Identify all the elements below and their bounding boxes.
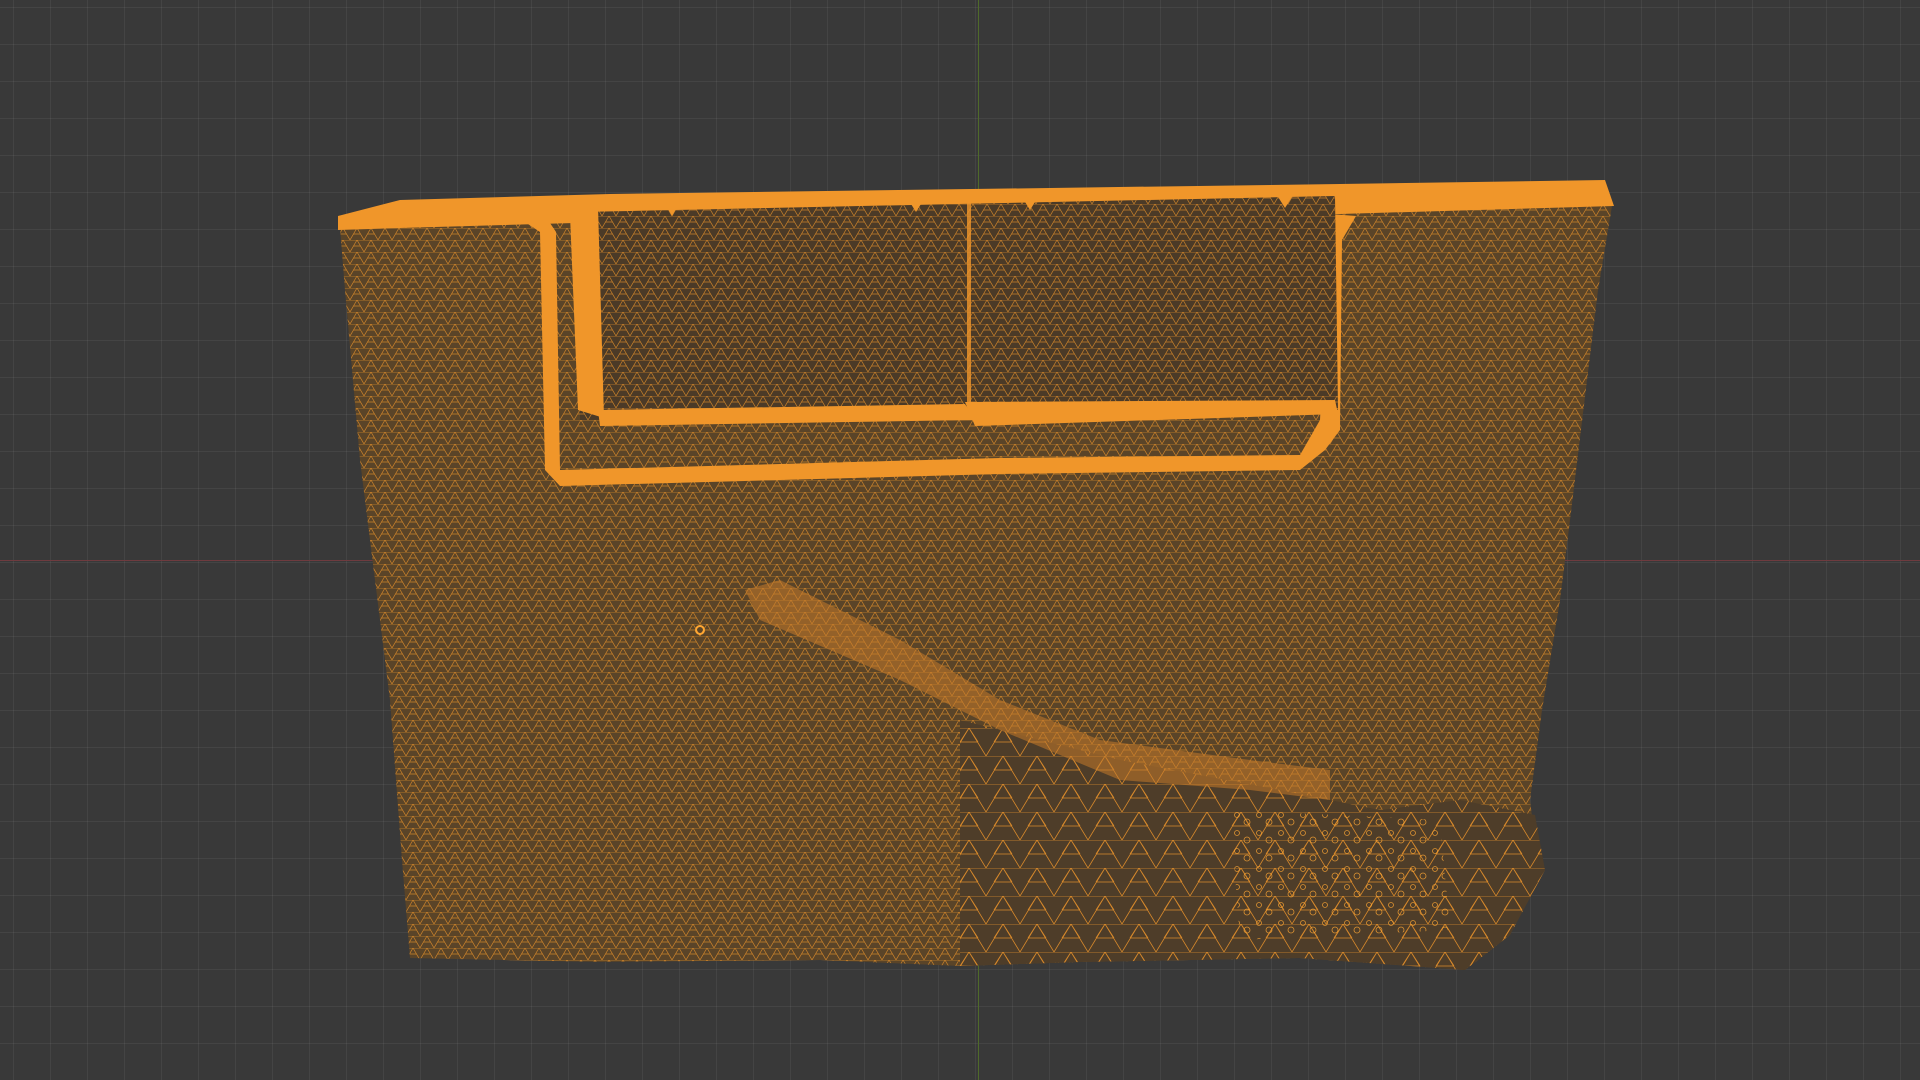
wireframe-mesh[interactable] [0,0,1920,1080]
3d-viewport[interactable] [0,0,1920,1080]
inner-box-center-seam [967,200,971,410]
